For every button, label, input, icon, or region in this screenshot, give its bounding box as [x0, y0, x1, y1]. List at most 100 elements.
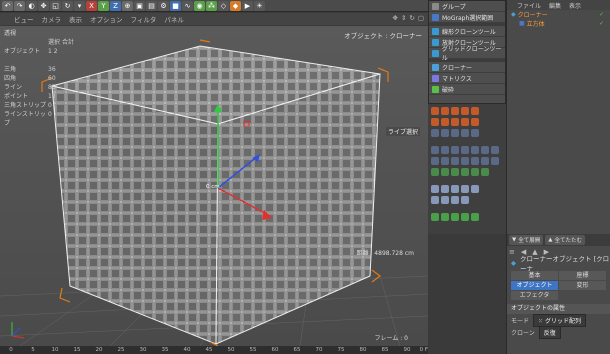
recent-icon[interactable]: ▾: [74, 0, 85, 11]
effector-icon[interactable]: [461, 118, 469, 126]
redo-icon[interactable]: ↷: [14, 0, 25, 11]
scale-icon[interactable]: ◱: [50, 0, 61, 11]
scene-icon[interactable]: ◇: [218, 0, 229, 11]
paint-tool-icon[interactable]: [431, 213, 439, 221]
tab-coords[interactable]: 座標: [559, 271, 606, 280]
array-icon[interactable]: ⁂: [206, 0, 217, 11]
render-icon[interactable]: ▤: [146, 0, 157, 11]
spline-tool-icon[interactable]: [481, 146, 489, 154]
menu-item-linear-clone[interactable]: 線形クローンツール: [429, 26, 505, 37]
generator-icon[interactable]: [451, 168, 459, 176]
menu-item-mograph-selection[interactable]: MoGraph選択範囲: [429, 12, 505, 23]
tag-icon[interactable]: [431, 129, 439, 137]
spline-tool-icon[interactable]: [471, 146, 479, 154]
coord-icon[interactable]: ⊕: [122, 0, 133, 11]
up-icon[interactable]: ▲: [532, 248, 537, 256]
menu-item-matrix[interactable]: マトリクス: [429, 73, 505, 84]
effector-icon[interactable]: [431, 118, 439, 126]
timeline[interactable]: 0 5 10 15 20 25 30 35 40 45 50 55 60 65 …: [0, 346, 428, 354]
deformer-icon[interactable]: ◆: [230, 0, 241, 11]
scene-tool-icon[interactable]: [441, 185, 449, 193]
forward-icon[interactable]: ▶: [544, 248, 549, 256]
tab-object[interactable]: オブジェクト: [511, 281, 558, 290]
scene-tool-icon[interactable]: [461, 185, 469, 193]
effector-icon[interactable]: [441, 118, 449, 126]
menu-item-group[interactable]: グループ: [429, 1, 505, 12]
tag-icon[interactable]: [471, 129, 479, 137]
scene-tool-icon[interactable]: [431, 196, 439, 204]
paint-tool-icon[interactable]: [461, 213, 469, 221]
spline-tool-icon[interactable]: [461, 146, 469, 154]
back-icon[interactable]: ◀: [521, 248, 526, 256]
move-icon[interactable]: ✥: [38, 0, 49, 11]
tag-icon[interactable]: [451, 129, 459, 137]
spline-tool-icon[interactable]: [481, 157, 489, 165]
render-view-icon[interactable]: ▣: [134, 0, 145, 11]
paint-tool-icon[interactable]: [471, 213, 479, 221]
object-row-cloner[interactable]: ◆ クローナー ✓: [507, 10, 610, 19]
scene-tool-icon[interactable]: [471, 185, 479, 193]
zoom-icon[interactable]: ⇕: [401, 14, 406, 22]
menu-item-fracture[interactable]: 破砕: [429, 84, 505, 95]
scene-tool-icon[interactable]: [441, 196, 449, 204]
spline-tool-icon[interactable]: [431, 157, 439, 165]
scene-tool-icon[interactable]: [461, 196, 469, 204]
orbit-icon[interactable]: ↻: [409, 14, 414, 22]
tab-basic[interactable]: 基本: [511, 271, 558, 280]
render-settings-icon[interactable]: ⚙: [158, 0, 169, 11]
spline-tool-icon[interactable]: [451, 157, 459, 165]
maximize-icon[interactable]: ▢: [418, 14, 424, 22]
viewport-menu-item[interactable]: オプション: [90, 14, 123, 24]
rotate-icon[interactable]: ↻: [62, 0, 73, 11]
effector-icon[interactable]: [471, 118, 479, 126]
tab-transform[interactable]: 変形: [559, 281, 606, 290]
generator-icon[interactable]: [481, 168, 489, 176]
mode-icon[interactable]: ≡: [509, 248, 515, 256]
light-icon[interactable]: ☀: [254, 0, 265, 11]
tab-effectors[interactable]: エフェクタ: [511, 291, 558, 300]
spline-tool-icon[interactable]: [491, 157, 499, 165]
z-axis-icon[interactable]: Z: [110, 0, 121, 11]
spline-tool-icon[interactable]: [431, 146, 439, 154]
expand-all-button[interactable]: ▼ 全て展開: [509, 235, 544, 245]
scene-tool-icon[interactable]: [451, 196, 459, 204]
om-menu-item[interactable]: ファイル: [517, 1, 541, 10]
y-axis-icon[interactable]: Y: [98, 0, 109, 11]
spline-tool-icon[interactable]: [441, 157, 449, 165]
generator-icon[interactable]: [441, 168, 449, 176]
cube-icon[interactable]: ■: [170, 0, 181, 11]
generator-icon[interactable]: [471, 168, 479, 176]
tag-icon[interactable]: [461, 129, 469, 137]
viewport[interactable]: 透視 オブジェクト : クローナー 選択 合計 オブジェクト 1 2 三角 36 四…: [0, 26, 428, 346]
spline-tool-icon[interactable]: [491, 146, 499, 154]
scene-tool-icon[interactable]: [431, 185, 439, 193]
effector-icon[interactable]: [471, 107, 479, 115]
undo-icon[interactable]: ↶: [2, 0, 13, 11]
nurbs-icon[interactable]: ◉: [194, 0, 205, 11]
clone-select[interactable]: 反復: [538, 325, 561, 339]
object-row-cube[interactable]: ■ 立方体 ✓: [507, 19, 610, 28]
camera-icon[interactable]: ▶: [242, 0, 253, 11]
menu-item-cloner[interactable]: クローナー: [429, 62, 505, 73]
pan-icon[interactable]: ✥: [392, 14, 397, 22]
om-menu-item[interactable]: 編集: [549, 1, 561, 10]
visibility-check-icon[interactable]: ✓: [599, 11, 604, 18]
collapse-all-button[interactable]: ▲ 全てたたむ: [545, 235, 585, 245]
visibility-check-icon[interactable]: ✓: [599, 20, 604, 27]
spline-tool-icon[interactable]: [461, 157, 469, 165]
om-menu-item[interactable]: 表示: [569, 1, 581, 10]
viewport-menu-item[interactable]: フィルタ: [131, 14, 157, 24]
tag-icon[interactable]: [441, 129, 449, 137]
menu-item-grid-clone[interactable]: グリッドクローンツール: [429, 46, 505, 62]
scene-tool-icon[interactable]: [451, 185, 459, 193]
generator-icon[interactable]: [431, 168, 439, 176]
x-axis-icon[interactable]: X: [86, 0, 97, 11]
spline-icon[interactable]: ∿: [182, 0, 193, 11]
viewport-menu-item[interactable]: パネル: [164, 14, 184, 24]
effector-icon[interactable]: [451, 107, 459, 115]
effector-icon[interactable]: [461, 107, 469, 115]
spline-tool-icon[interactable]: [451, 146, 459, 154]
effector-icon[interactable]: [451, 118, 459, 126]
live-select-icon[interactable]: ◐: [26, 0, 37, 11]
viewport-menu-item[interactable]: カメラ: [42, 14, 62, 24]
